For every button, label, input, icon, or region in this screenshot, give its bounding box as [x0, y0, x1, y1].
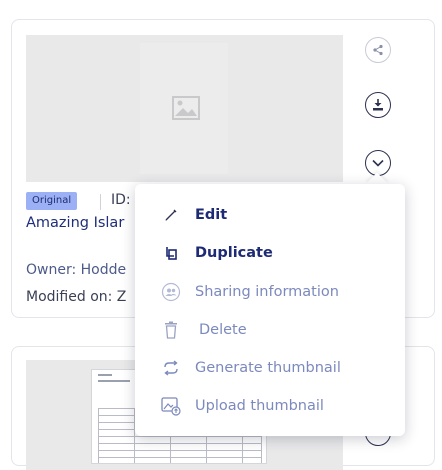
menu-item-label: Delete — [199, 322, 247, 338]
menu-item-label: Generate thumbnail — [195, 360, 341, 376]
copy-icon — [160, 242, 182, 264]
expand-button[interactable] — [365, 150, 391, 176]
download-icon — [373, 99, 383, 111]
share-icon — [373, 44, 383, 56]
modified-date: Modified on: Z — [26, 289, 127, 305]
image-placeholder-icon — [172, 96, 200, 120]
thumbnail[interactable] — [26, 35, 343, 182]
menu-item-label: Edit — [195, 207, 228, 223]
menu-item-label: Duplicate — [195, 245, 273, 261]
id-label: ID: — [111, 192, 131, 208]
menu-item-edit[interactable]: Edit — [135, 196, 405, 234]
image-upload-icon — [160, 395, 182, 417]
chevron-down-icon — [372, 159, 384, 167]
owner-text: Owner: Hodde — [26, 262, 127, 278]
actions-menu: Edit Duplicate Sharing information Delet… — [135, 184, 405, 436]
divider — [100, 194, 101, 210]
original-badge: Original — [26, 192, 78, 210]
people-icon — [160, 281, 182, 303]
asset-title[interactable]: Amazing Islar — [26, 215, 124, 231]
menu-item-delete[interactable]: Delete — [135, 311, 405, 349]
trash-icon — [160, 319, 182, 341]
menu-item-sharing-information[interactable]: Sharing information — [135, 273, 405, 311]
menu-item-generate-thumbnail[interactable]: Generate thumbnail — [135, 349, 405, 387]
refresh-icon — [160, 357, 182, 379]
pencil-icon — [160, 204, 182, 226]
share-button[interactable] — [365, 37, 391, 63]
menu-item-upload-thumbnail[interactable]: Upload thumbnail — [135, 387, 405, 425]
menu-item-duplicate[interactable]: Duplicate — [135, 234, 405, 272]
menu-item-label: Sharing information — [195, 284, 339, 300]
download-button[interactable] — [365, 92, 391, 118]
menu-item-label: Upload thumbnail — [195, 398, 324, 414]
